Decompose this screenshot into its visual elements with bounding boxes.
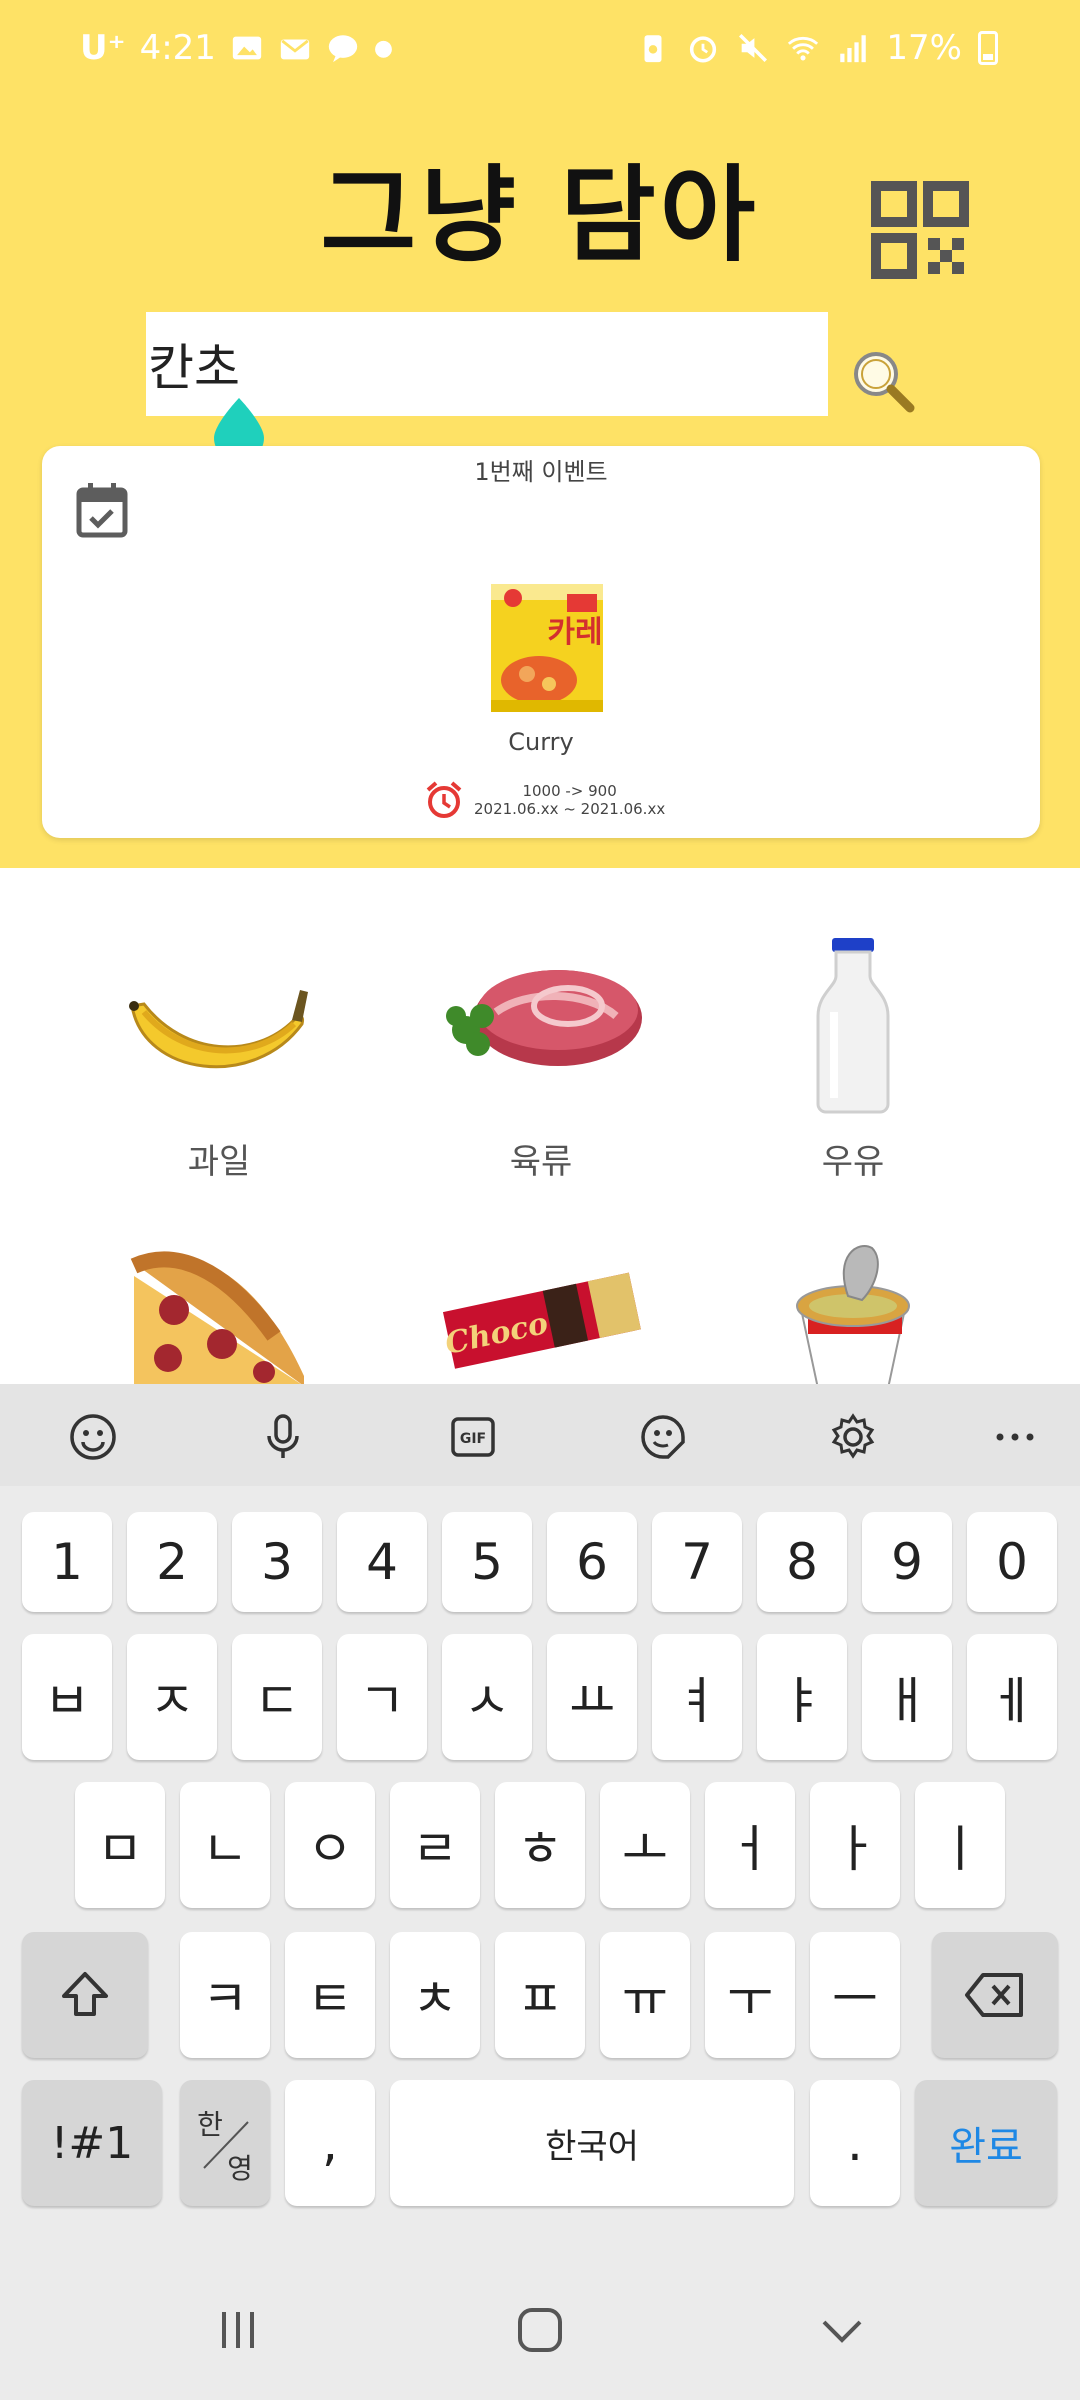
key-giyeok[interactable]: ㄱ: [337, 1634, 427, 1760]
key-6[interactable]: 6: [547, 1512, 637, 1612]
key-i[interactable]: ㅣ: [915, 1782, 1005, 1908]
more-icon[interactable]: [990, 1412, 1040, 1462]
key-siot[interactable]: ㅅ: [442, 1634, 532, 1760]
event-card[interactable]: 1번째 이벤트 카레 Curry 1000 -> 900 2021.06.xx …: [42, 446, 1040, 838]
category-label: 육류: [509, 1142, 573, 1182]
alarm-status-icon: [690, 36, 717, 63]
price-change: 1000 -> 900: [522, 782, 617, 800]
emoji-icon[interactable]: [68, 1412, 118, 1462]
event-price-period: 1000 -> 900 2021.06.xx ~ 2021.06.xx: [424, 780, 665, 820]
space-key[interactable]: 한국어: [390, 2080, 794, 2206]
event-title: 1번째 이벤트: [474, 458, 608, 486]
key-2[interactable]: 2: [127, 1512, 217, 1612]
event-period: 2021.06.xx ~ 2021.06.xx: [474, 800, 666, 818]
gif-icon[interactable]: GIF: [448, 1412, 498, 1462]
clock: 4:21: [139, 28, 216, 68]
category-meat[interactable]: 육류: [426, 920, 656, 1183]
backspace-key[interactable]: [932, 1932, 1058, 2058]
key-u[interactable]: ㅜ: [705, 1932, 795, 2058]
key-yu[interactable]: ㅠ: [600, 1932, 690, 2058]
mute-icon: [739, 33, 768, 63]
key-yo[interactable]: ㅛ: [547, 1634, 637, 1760]
wifi-icon: [788, 36, 819, 61]
signal-icon: [840, 35, 867, 63]
key-yeo[interactable]: ㅕ: [652, 1634, 742, 1760]
period-key[interactable]: .: [810, 2080, 900, 2206]
battery-saver-icon: [644, 35, 662, 63]
shift-key[interactable]: [22, 1932, 148, 2058]
navigation-bar: [0, 2260, 1080, 2400]
key-rieul[interactable]: ㄹ: [390, 1782, 480, 1908]
keyboard-toolbar: GIF: [0, 1384, 1080, 1486]
calendar-check-icon: [76, 483, 128, 538]
key-bieup[interactable]: ㅂ: [22, 1634, 112, 1760]
sticker-icon[interactable]: [638, 1412, 688, 1462]
milk-bottle-icon: [816, 938, 890, 1114]
product-image: 카레: [491, 584, 603, 712]
key-ae[interactable]: ㅐ: [862, 1634, 952, 1760]
mic-icon[interactable]: [258, 1412, 308, 1462]
key-ieung[interactable]: ㅇ: [285, 1782, 375, 1908]
key-hieut[interactable]: ㅎ: [495, 1782, 585, 1908]
key-digeut[interactable]: ㄷ: [232, 1634, 322, 1760]
soft-keyboard: GIF 1 2 3 4 5 6 7 8 9 0 ㅂ ㅈ ㄷ ㄱ ㅅ ㅛ ㅕ ㅑ …: [0, 1384, 1080, 2400]
home-icon[interactable]: [510, 2300, 570, 2360]
key-ya[interactable]: ㅑ: [757, 1634, 847, 1760]
key-a[interactable]: ㅏ: [810, 1782, 900, 1908]
category-label: 우유: [821, 1142, 885, 1182]
key-chieut[interactable]: ㅊ: [390, 1932, 480, 2058]
symbols-key[interactable]: !#1: [22, 2080, 162, 2206]
key-nieun[interactable]: ㄴ: [180, 1782, 270, 1908]
key-0[interactable]: 0: [967, 1512, 1057, 1612]
alarm-clock-icon: [426, 781, 462, 818]
key-o[interactable]: ㅗ: [600, 1782, 690, 1908]
product-name: Curry: [508, 728, 574, 756]
lang-bottom-label: 영: [227, 2152, 253, 2185]
status-bar: U⁺ 4:21 ● 17%: [0, 0, 1080, 100]
talk-notification-icon: [328, 35, 358, 63]
recent-apps-icon[interactable]: [208, 2300, 268, 2360]
language-switch-key[interactable]: 한 영: [180, 2080, 270, 2206]
meat-icon: [446, 970, 642, 1066]
key-pieup[interactable]: ㅍ: [495, 1932, 585, 2058]
carrier-label: U⁺: [80, 28, 126, 68]
key-mieum[interactable]: ㅁ: [75, 1782, 165, 1908]
category-label: 과일: [187, 1142, 251, 1182]
key-1[interactable]: 1: [22, 1512, 112, 1612]
mail-notification-icon: [280, 39, 310, 60]
battery-icon: [978, 31, 998, 65]
key-4[interactable]: 4: [337, 1512, 427, 1612]
banana-icon: [129, 990, 308, 1069]
key-3[interactable]: 3: [232, 1512, 322, 1612]
hide-keyboard-icon[interactable]: [812, 2300, 872, 2360]
comma-key[interactable]: ,: [285, 2080, 375, 2206]
shift-icon: [62, 1972, 108, 2016]
done-key[interactable]: 완료: [915, 2080, 1057, 2206]
category-milk[interactable]: 우유: [738, 920, 968, 1183]
key-8[interactable]: 8: [757, 1512, 847, 1612]
key-e[interactable]: ㅔ: [967, 1634, 1057, 1760]
category-fruit[interactable]: 과일: [104, 920, 334, 1183]
key-7[interactable]: 7: [652, 1512, 742, 1612]
search-icon[interactable]: [848, 346, 918, 416]
key-9[interactable]: 9: [862, 1512, 952, 1612]
svg-text:GIF: GIF: [460, 1431, 486, 1447]
lang-top-label: 한: [197, 2108, 223, 2141]
product-package-text: 카레: [547, 615, 602, 650]
gallery-notification-icon: [232, 36, 262, 60]
key-5[interactable]: 5: [442, 1512, 532, 1612]
key-jieut[interactable]: ㅈ: [127, 1634, 217, 1760]
qr-code-icon[interactable]: [870, 180, 970, 280]
key-tieut[interactable]: ㅌ: [285, 1932, 375, 2058]
settings-icon[interactable]: [828, 1412, 878, 1462]
backspace-icon: [965, 1973, 1023, 2017]
key-eu[interactable]: ㅡ: [810, 1932, 900, 2058]
more-notifications-dot: ●: [373, 35, 394, 61]
key-eo[interactable]: ㅓ: [705, 1782, 795, 1908]
battery-percent: 17%: [886, 28, 962, 68]
key-kieuk[interactable]: ㅋ: [180, 1932, 270, 2058]
